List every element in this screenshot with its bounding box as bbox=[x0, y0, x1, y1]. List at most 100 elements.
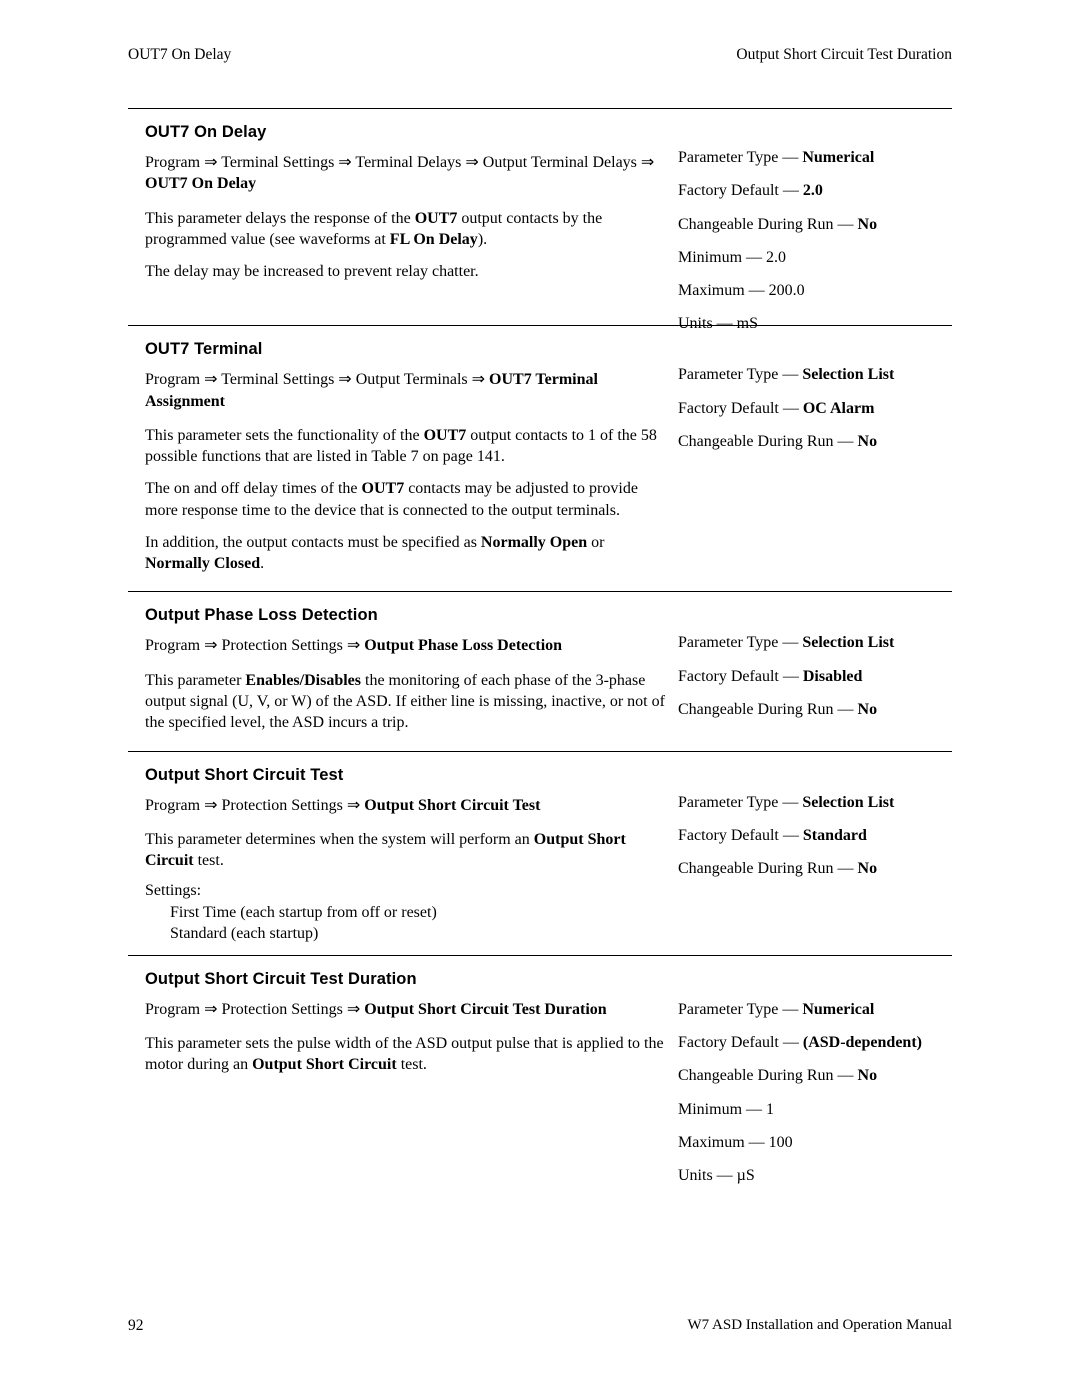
navigation-path: Program ⇒ Protection Settings ⇒ Output S… bbox=[145, 999, 673, 1020]
navigation-path-target: Output Short Circuit Test Duration bbox=[364, 1000, 607, 1018]
navigation-path-target: OUT7 On Delay bbox=[145, 175, 257, 193]
attribute-factory-default: Factory Default — 2.0 bbox=[678, 180, 968, 201]
section-output-short-circuit-test-duration: Output Short Circuit Test Duration Progr… bbox=[128, 956, 952, 1184]
attribute-label: Changeable During Run — bbox=[678, 860, 858, 878]
attribute-changeable-during-run: Changeable During Run — No bbox=[678, 858, 968, 879]
attribute-value: 2.0 bbox=[802, 182, 823, 200]
attribute-factory-default: Factory Default — OC Alarm bbox=[678, 398, 968, 419]
attribute-parameter-type: Parameter Type — Selection List bbox=[678, 792, 968, 813]
attribute-parameter-type: Parameter Type — Numerical bbox=[678, 147, 968, 168]
attribute-label: Changeable During Run — bbox=[678, 215, 858, 233]
paragraph: This parameter determines when the syste… bbox=[145, 830, 626, 870]
section-title: OUT7 Terminal bbox=[145, 340, 263, 359]
attribute-changeable-during-run: Changeable During Run — No bbox=[678, 1065, 968, 1086]
navigation-path-prefix: Program ⇒ Protection Settings ⇒ bbox=[145, 637, 365, 655]
parameter-attributes: Parameter Type — Selection List Factory … bbox=[678, 364, 968, 464]
settings-label: Settings: bbox=[145, 882, 202, 900]
section-body: Program ⇒ Protection Settings ⇒ Output S… bbox=[128, 795, 673, 945]
page-content: OUT7 On Delay Program ⇒ Terminal Setting… bbox=[128, 108, 952, 1184]
paragraph: This parameter sets the pulse width of t… bbox=[145, 1035, 664, 1074]
attribute-value: No bbox=[857, 700, 878, 718]
section-body: Program ⇒ Terminal Settings ⇒ Terminal D… bbox=[128, 152, 673, 282]
section-body: Program ⇒ Terminal Settings ⇒ Output Ter… bbox=[128, 369, 673, 574]
attribute-value: Selection List bbox=[802, 793, 895, 811]
attribute-label: Parameter Type — bbox=[678, 149, 803, 166]
navigation-path-prefix: Program ⇒ Protection Settings ⇒ bbox=[145, 1000, 365, 1018]
attribute-label: Changeable During Run — bbox=[678, 700, 858, 718]
attribute-changeable-during-run: Changeable During Run — No bbox=[678, 431, 968, 452]
section-body: Program ⇒ Protection Settings ⇒ Output P… bbox=[128, 635, 673, 733]
page-header: OUT7 On Delay Output Short Circuit Test … bbox=[128, 46, 952, 64]
navigation-path-target: Output Short Circuit Test bbox=[364, 796, 541, 814]
paragraph: This parameter Enables/Disables the moni… bbox=[145, 671, 665, 732]
attribute-label: Parameter Type — bbox=[678, 1000, 803, 1018]
attribute-maximum: Maximum — 100 bbox=[678, 1133, 793, 1151]
section-body: Program ⇒ Protection Settings ⇒ Output S… bbox=[128, 999, 673, 1076]
attribute-value: Disabled bbox=[802, 667, 863, 685]
page-number: 92 bbox=[128, 1317, 144, 1334]
section-out7-terminal: OUT7 Terminal Program ⇒ Terminal Setting… bbox=[128, 326, 952, 591]
attribute-label: Parameter Type — bbox=[678, 366, 803, 384]
attribute-changeable-during-run: Changeable During Run — No bbox=[678, 214, 968, 235]
attribute-label: Parameter Type — bbox=[678, 793, 803, 811]
attribute-factory-default: Factory Default — (ASD-dependent) bbox=[678, 1032, 968, 1053]
attribute-value: Numerical bbox=[802, 149, 875, 166]
attribute-changeable-during-run: Changeable During Run — No bbox=[678, 699, 968, 720]
attribute-minimum: Minimum — 2.0 bbox=[678, 248, 787, 266]
document-page: OUT7 On Delay Output Short Circuit Test … bbox=[0, 0, 1080, 1397]
header-right-text: Output Short Circuit Test Duration bbox=[736, 46, 952, 63]
settings-list: First Time (each startup from off or res… bbox=[145, 903, 673, 945]
parameter-attributes: Parameter Type — Selection List Factory … bbox=[678, 632, 968, 732]
navigation-path: Program ⇒ Protection Settings ⇒ Output P… bbox=[145, 635, 673, 656]
list-item: Standard (each startup) bbox=[170, 925, 319, 943]
paragraph: This parameter sets the functionality of… bbox=[145, 426, 657, 466]
attribute-label: Factory Default — bbox=[678, 399, 803, 417]
attribute-factory-default: Factory Default — Disabled bbox=[678, 666, 968, 687]
navigation-path-prefix: Program ⇒ Protection Settings ⇒ bbox=[145, 796, 365, 814]
attribute-label: Factory Default — bbox=[678, 182, 803, 200]
navigation-path: Program ⇒ Protection Settings ⇒ Output S… bbox=[145, 795, 673, 816]
navigation-path: Program ⇒ Terminal Settings ⇒ Output Ter… bbox=[145, 369, 673, 412]
parameter-attributes: Parameter Type — Selection List Factory … bbox=[678, 792, 968, 892]
attribute-parameter-type: Parameter Type — Numerical bbox=[678, 999, 968, 1020]
attribute-value: OC Alarm bbox=[802, 399, 875, 417]
parameter-attributes: Parameter Type — Numerical Factory Defau… bbox=[678, 999, 968, 1199]
attribute-value: Selection List bbox=[802, 366, 895, 384]
attribute-parameter-type: Parameter Type — Selection List bbox=[678, 632, 968, 653]
attribute-value: No bbox=[857, 1067, 878, 1085]
attribute-label: Changeable During Run — bbox=[678, 432, 858, 450]
paragraph: This parameter delays the response of th… bbox=[145, 209, 603, 248]
attribute-value: No bbox=[857, 215, 878, 233]
page-footer: 92 W7 ASD Installation and Operation Man… bbox=[128, 1317, 952, 1335]
attribute-label: Changeable During Run — bbox=[678, 1067, 858, 1085]
navigation-path-target: Output Phase Loss Detection bbox=[364, 637, 563, 655]
paragraph: The delay may be increased to prevent re… bbox=[145, 263, 479, 281]
section-output-short-circuit-test: Output Short Circuit Test Program ⇒ Prot… bbox=[128, 752, 952, 955]
navigation-path-prefix: Program ⇒ Terminal Settings ⇒ Terminal D… bbox=[145, 154, 655, 171]
attribute-maximum: Maximum — 200.0 bbox=[678, 282, 805, 300]
attribute-value: No bbox=[857, 860, 878, 878]
attribute-value: (ASD-dependent) bbox=[802, 1034, 922, 1052]
attribute-value: Selection List bbox=[802, 634, 895, 652]
navigation-path: Program ⇒ Terminal Settings ⇒ Terminal D… bbox=[145, 152, 673, 195]
attribute-units: Units — µS bbox=[678, 1167, 755, 1185]
attribute-parameter-type: Parameter Type — Selection List bbox=[678, 364, 968, 385]
section-title: Output Short Circuit Test Duration bbox=[145, 969, 417, 988]
section-title: OUT7 On Delay bbox=[145, 123, 267, 141]
attribute-label: Factory Default — bbox=[678, 826, 803, 844]
attribute-value: No bbox=[857, 432, 878, 450]
paragraph: In addition, the output contacts must be… bbox=[145, 533, 605, 573]
header-left-text: OUT7 On Delay bbox=[128, 46, 232, 63]
section-output-phase-loss-detection: Output Phase Loss Detection Program ⇒ Pr… bbox=[128, 592, 952, 750]
section-title: Output Short Circuit Test bbox=[145, 765, 344, 784]
list-item: First Time (each startup from off or res… bbox=[170, 904, 437, 922]
attribute-factory-default: Factory Default — Standard bbox=[678, 825, 968, 846]
attribute-minimum: Minimum — 1 bbox=[678, 1100, 775, 1118]
section-title: Output Phase Loss Detection bbox=[145, 606, 378, 625]
parameter-attributes: Parameter Type — Numerical Factory Defau… bbox=[678, 147, 968, 347]
manual-title: W7 ASD Installation and Operation Manual bbox=[687, 1317, 952, 1333]
section-out7-on-delay: OUT7 On Delay Program ⇒ Terminal Setting… bbox=[128, 109, 952, 332]
navigation-path-prefix: Program ⇒ Terminal Settings ⇒ Output Ter… bbox=[145, 371, 490, 389]
attribute-label: Factory Default — bbox=[678, 1034, 803, 1052]
attribute-value: Numerical bbox=[802, 1000, 875, 1018]
